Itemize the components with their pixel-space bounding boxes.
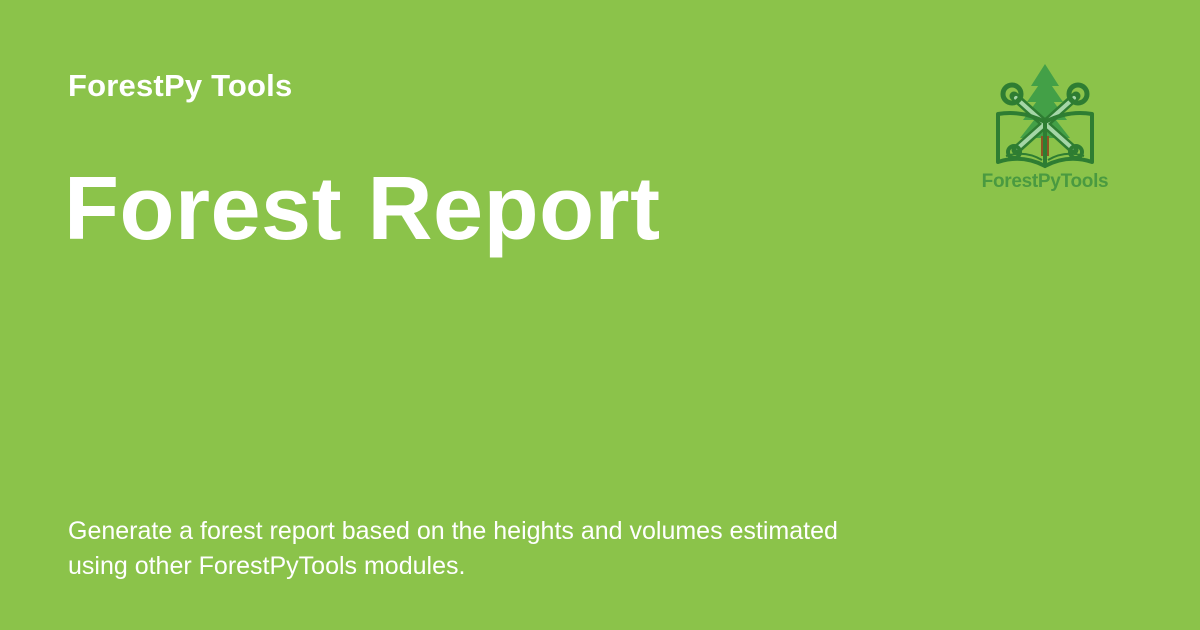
social-card: ForestPy Tools Forest Report Generate a … bbox=[0, 0, 1200, 630]
page-description: Generate a forest report based on the he… bbox=[68, 517, 838, 580]
site-name: ForestPy Tools bbox=[68, 68, 293, 103]
page-title: Forest Report bbox=[64, 159, 661, 259]
forestpytools-logo: ForestPyTools bbox=[970, 62, 1120, 198]
tree-wrenches-book-icon bbox=[996, 64, 1094, 168]
logo-wordmark: ForestPyTools bbox=[981, 171, 1109, 192]
